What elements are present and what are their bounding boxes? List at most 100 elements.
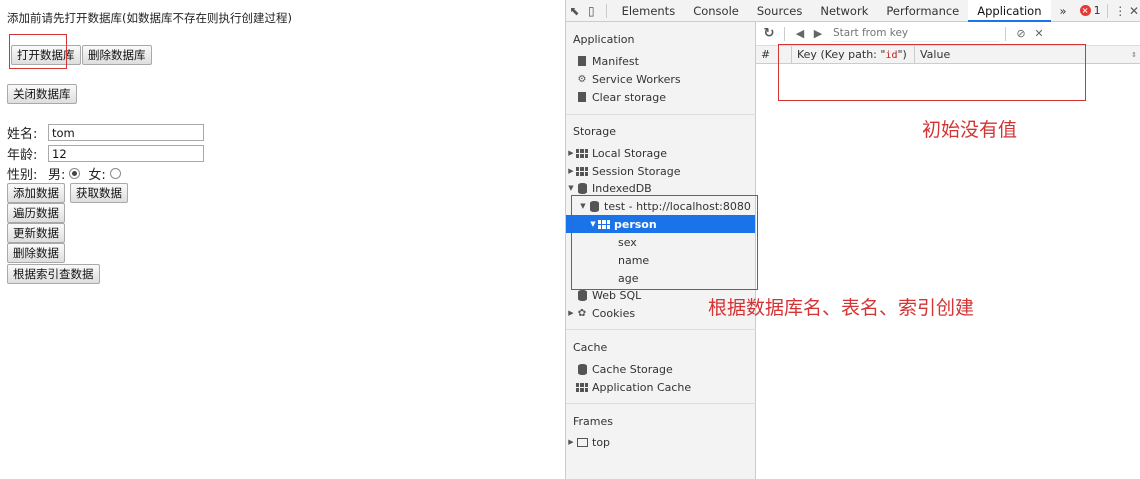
tab-console[interactable]: Console [684, 0, 748, 22]
start-from-key-input[interactable] [831, 25, 999, 42]
clear-store-icon[interactable]: ⊘ [1012, 27, 1030, 40]
more-tabs-button[interactable]: » [1051, 0, 1076, 22]
database-icon [588, 200, 600, 212]
sidebar-item-label: test - http://localhost:8080 [604, 199, 751, 213]
name-input[interactable] [48, 124, 204, 141]
iterate-data-button[interactable]: 遍历数据 [7, 203, 65, 223]
tab-performance[interactable]: Performance [877, 0, 968, 22]
column-key[interactable]: Key (Key path: "id") [792, 45, 915, 64]
sidebar-item-label: age [618, 271, 639, 285]
more-options-icon[interactable]: ⋮ [1113, 0, 1127, 22]
sidebar-item-label: Session Storage [592, 164, 681, 178]
age-row: 年龄: [7, 144, 204, 163]
error-icon: × [1079, 5, 1091, 16]
sidebar-item-service-workers[interactable]: ⚙ Service Workers [566, 70, 755, 88]
delete-data-button[interactable]: 删除数据 [7, 243, 65, 263]
toolbar-divider [1106, 3, 1108, 18]
sidebar-item-label: Local Storage [592, 146, 668, 160]
female-label: 女: [88, 168, 106, 183]
tab-network[interactable]: Network [811, 0, 877, 22]
sidebar-section-frames: Frames [573, 415, 614, 428]
application-sidebar: Application Manifest ⚙ Service Workers C… [566, 22, 756, 479]
sidebar-item-indexeddb[interactable]: ▼ IndexedDB [566, 179, 755, 197]
column-value[interactable]: Value [915, 46, 1127, 64]
sort-icon[interactable]: ⇕ [1127, 51, 1140, 59]
sidebar-item-label: Manifest [592, 54, 639, 68]
sidebar-item-clear-storage[interactable]: Clear storage [566, 88, 755, 106]
error-count: 1 [1093, 4, 1101, 17]
previous-page-icon[interactable]: ◀ [791, 27, 809, 40]
next-page-icon[interactable]: ▶ [809, 27, 827, 40]
tab-sources[interactable]: Sources [748, 0, 812, 22]
close-icon[interactable]: ✕ [1127, 0, 1140, 22]
data-table-header: # Key (Key path: "id") Value ⇕ [756, 45, 1140, 64]
collapse-arrow-icon[interactable]: ▼ [566, 184, 576, 192]
sidebar-item-label: Web SQL [592, 288, 642, 302]
male-radio[interactable] [69, 168, 81, 179]
delete-db-button[interactable]: 删除数据库 [82, 45, 152, 65]
female-radio[interactable] [109, 168, 121, 179]
sidebar-item-index-sex[interactable]: sex [566, 233, 755, 251]
database-icon [576, 363, 588, 375]
open-db-button[interactable]: 打开数据库 [11, 45, 81, 65]
name-label: 姓名: [7, 127, 38, 142]
sidebar-item-application-cache[interactable]: Application Cache [566, 378, 755, 396]
sidebar-item-label: Service Workers [592, 72, 681, 86]
sidebar-item-manifest[interactable]: Manifest [566, 52, 755, 70]
grid-icon [598, 219, 610, 230]
expand-arrow-icon[interactable]: ▶ [566, 149, 576, 157]
close-db-button[interactable]: 关闭数据库 [7, 84, 77, 104]
cookie-icon: ✿ [577, 307, 587, 319]
expand-arrow-icon[interactable]: ▶ [566, 438, 576, 446]
query-by-index-button[interactable]: 根据索引查数据 [7, 264, 100, 284]
sidebar-item-label: IndexedDB [592, 181, 652, 195]
refresh-icon[interactable]: ↻ [760, 26, 778, 41]
sidebar-item-db-test[interactable]: ▼ test - http://localhost:8080 [566, 197, 755, 215]
toolbar-divider [1005, 26, 1006, 41]
sidebar-section-application: Application [573, 33, 635, 46]
tab-elements[interactable]: Elements [613, 0, 685, 22]
frame-icon [576, 437, 588, 448]
sidebar-section-cache: Cache [573, 341, 608, 354]
sidebar-item-index-name[interactable]: name [566, 251, 755, 269]
column-index[interactable]: # [756, 45, 792, 64]
sidebar-item-cache-storage[interactable]: Cache Storage [566, 360, 755, 378]
sidebar-item-label: name [618, 253, 650, 267]
age-input[interactable] [48, 145, 204, 162]
indexeddb-data-view: ↻ ◀ ▶ ⊘ ✕ # Key (Key path: "id") Value ⇕ [756, 22, 1140, 479]
expand-arrow-icon[interactable]: ▶ [566, 167, 576, 175]
toolbar-divider [605, 3, 607, 18]
sidebar-item-label: person [614, 217, 657, 231]
sidebar-item-index-age[interactable]: age [566, 269, 755, 287]
name-row: 姓名: [7, 123, 204, 142]
collapse-arrow-icon[interactable]: ▼ [588, 220, 598, 228]
sidebar-divider [566, 329, 756, 330]
device-toolbar-icon[interactable]: ▯ [583, 0, 600, 22]
age-label: 年龄: [7, 148, 38, 163]
sidebar-item-label: Cache Storage [592, 362, 673, 376]
devtools-panel: ⬉ ▯ Elements Console Sources Network Per… [565, 0, 1140, 479]
trash-icon [576, 92, 588, 103]
tab-application[interactable]: Application [968, 0, 1051, 22]
demo-page: 添加前请先打开数据库(如数据库不存在则执行创建过程) 打开数据库 删除数据库 关… [0, 0, 565, 479]
grid-icon [576, 166, 588, 177]
sidebar-item-store-person[interactable]: ▼ person [566, 215, 755, 233]
sidebar-divider [566, 114, 756, 115]
error-counter[interactable]: × 1 [1079, 4, 1101, 17]
expand-arrow-icon[interactable]: ▶ [566, 309, 576, 317]
sidebar-item-local-storage[interactable]: ▶ Local Storage [566, 144, 755, 162]
sidebar-item-session-storage[interactable]: ▶ Session Storage [566, 162, 755, 180]
key-path: id [885, 49, 898, 61]
collapse-arrow-icon[interactable]: ▼ [578, 202, 588, 210]
annotation-no-value: 初始没有值 [922, 119, 1018, 141]
delete-selected-icon[interactable]: ✕ [1030, 27, 1048, 40]
inspect-element-icon[interactable]: ⬉ [566, 0, 583, 22]
gender-label: 性别: [7, 168, 38, 183]
database-icon [576, 182, 588, 194]
update-data-button[interactable]: 更新数据 [7, 223, 65, 243]
sidebar-item-frame-top[interactable]: ▶ top [566, 433, 755, 451]
gear-icon: ⚙ [577, 73, 587, 85]
file-icon [576, 56, 588, 67]
add-data-button[interactable]: 添加数据 [7, 183, 65, 203]
get-data-button[interactable]: 获取数据 [70, 183, 128, 203]
